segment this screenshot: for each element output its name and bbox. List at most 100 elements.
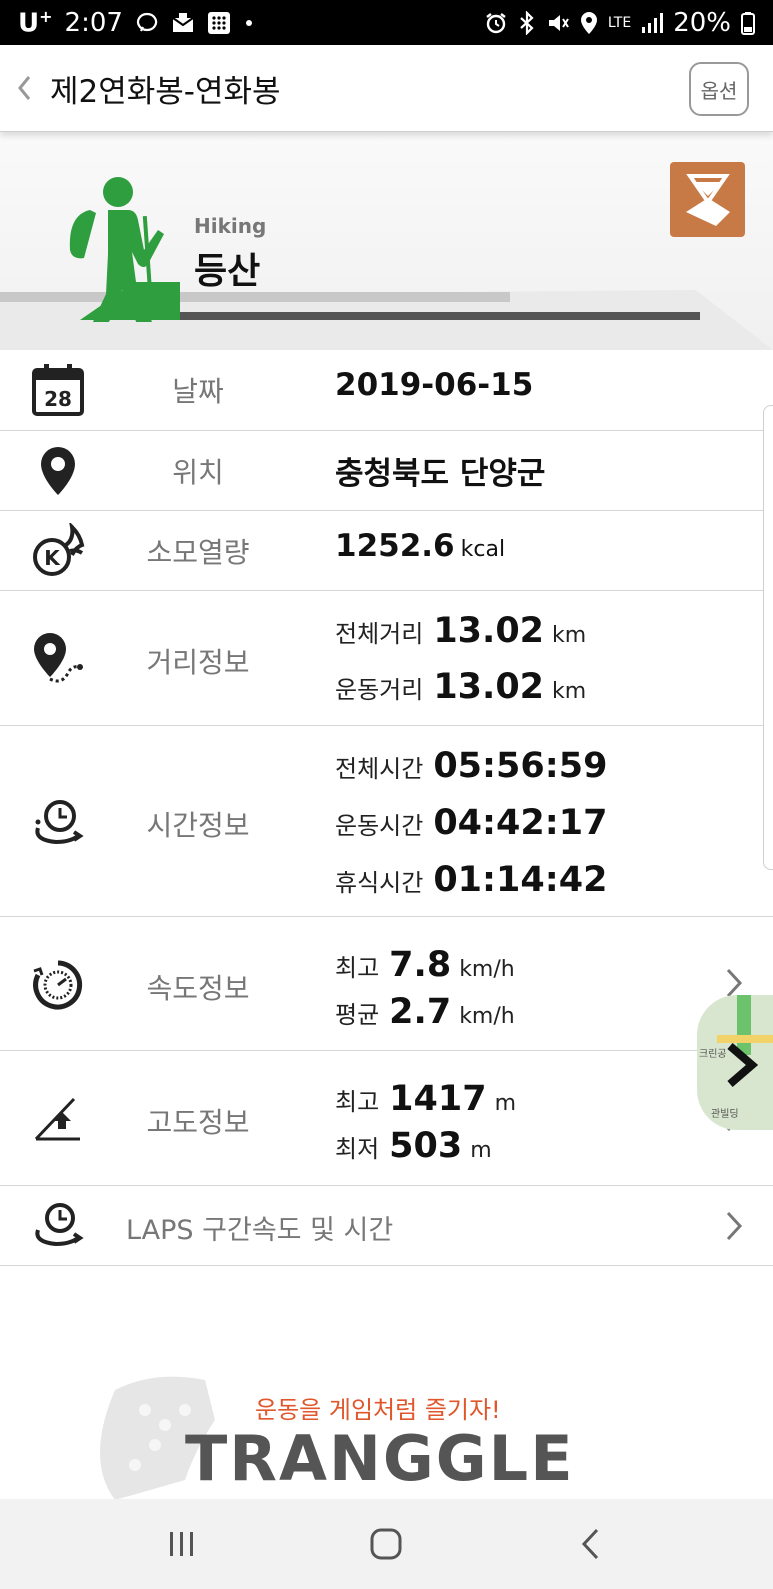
max-speed-unit: km/h (459, 957, 515, 982)
moving-time-value: 04:42:17 (433, 803, 608, 843)
mute-icon (546, 11, 570, 35)
rest-time-line: 휴식시간 01:14:42 (335, 860, 607, 900)
date-value: 2019-06-15 (335, 367, 534, 403)
record-details: 28 날짜 2019-06-15 위치 충청북도 단양군 K 소모열량 1252… (0, 350, 773, 1266)
location-row: 위치 충청북도 단양군 (0, 431, 773, 511)
back-button[interactable] (4, 58, 44, 118)
altitude-row[interactable]: 고도정보 최고 1417 m 최저 503 m (0, 1051, 773, 1186)
mail-icon (171, 12, 195, 34)
total-distance-label: 전체거리 (335, 620, 424, 648)
total-time-label: 전체시간 (335, 755, 424, 783)
side-panel-handle[interactable] (763, 405, 773, 870)
max-altitude-label: 최고 (335, 1088, 380, 1116)
moving-distance-value: 13.02 (433, 667, 545, 707)
calories-unit: kcal (460, 537, 506, 562)
chevron-left-icon (18, 76, 31, 100)
battery-icon (741, 11, 755, 35)
status-time: 2:07 (64, 7, 123, 38)
map-badge-button[interactable] (670, 162, 745, 237)
location-icon (580, 11, 598, 35)
total-time-line: 전체시간 05:56:59 (335, 746, 607, 786)
moving-time-label: 운동시간 (335, 812, 424, 840)
home-button[interactable] (356, 1514, 416, 1574)
hiker-icon (69, 177, 180, 322)
calories-value: 1252.6 (335, 528, 455, 564)
recent-apps-button[interactable] (152, 1514, 212, 1574)
back-arrow-icon (581, 1528, 598, 1560)
app-header: 제2연화봉-연화봉 옵션 (0, 45, 773, 132)
location-label: 위치 (172, 456, 224, 489)
map-badge-icon (685, 173, 730, 226)
time-label: 시간정보 (146, 809, 250, 842)
speed-row[interactable]: 속도정보 최고 7.8 km/h 평균 2.7 km/h (0, 917, 773, 1051)
date-row: 28 날짜 2019-06-15 (0, 350, 773, 431)
dot-icon (243, 17, 255, 29)
avg-speed-line: 평균 2.7 km/h (335, 992, 515, 1032)
distance-row: 거리정보 전체거리 13.02 km 운동거리 13.02 km (0, 591, 773, 726)
chat-icon (135, 11, 159, 35)
max-altitude-line: 최고 1417 m (335, 1079, 516, 1119)
avg-speed-value: 2.7 (389, 992, 452, 1032)
calendar-icon: 28 (28, 360, 88, 420)
ad-slogan: 운동을 게임처럼 즐기자! (255, 1396, 501, 1424)
map-expand-arrow-icon[interactable] (721, 1040, 761, 1090)
bluetooth-icon (518, 10, 536, 35)
max-speed-value: 7.8 (389, 945, 452, 985)
moving-distance-label: 운동거리 (335, 676, 424, 704)
laps-row[interactable]: LAPS 구간속도 및 시간 (0, 1186, 773, 1266)
avg-speed-unit: km/h (459, 1004, 515, 1029)
grid-app-icon (207, 11, 231, 35)
calories-row: K 소모열량 1252.6 kcal (0, 511, 773, 591)
moving-time-line: 운동시간 04:42:17 (335, 803, 607, 843)
rest-time-label: 휴식시간 (335, 869, 424, 897)
status-bar: U+ 2:07 LTE 20% (0, 0, 773, 45)
activity-name-en: Hiking (194, 214, 267, 238)
activity-name: 등산 (194, 251, 261, 292)
mini-map-label-2: 관빌딩 (711, 1109, 739, 1120)
distance-label: 거리정보 (146, 646, 250, 679)
footer-advertisement[interactable]: 운동을 게임처럼 즐기자! TRANGGLE (0, 1370, 773, 1500)
speedometer-icon (28, 955, 88, 1015)
home-icon (370, 1528, 402, 1560)
max-altitude-value: 1417 (389, 1079, 487, 1119)
svg-text:K: K (44, 546, 61, 570)
date-label: 날짜 (172, 375, 224, 408)
avg-speed-label: 평균 (335, 1001, 380, 1029)
max-speed-label: 최고 (335, 954, 380, 982)
activity-banner: Hiking 등산 (0, 132, 773, 350)
calories-label: 소모열량 (146, 536, 250, 569)
location-value: 충청북도 단양군 (335, 456, 546, 492)
max-speed-line: 최고 7.8 km/h (335, 945, 515, 985)
min-altitude-unit: m (470, 1138, 492, 1163)
signal-icon (641, 12, 664, 34)
map-pin-icon (28, 441, 88, 501)
calorie-flame-icon: K (28, 521, 88, 581)
screen: U+ 2:07 LTE 20% 제2연화봉-연화봉 옵션 Hiking 등산 2… (0, 0, 773, 1589)
laps-clock-icon (28, 1196, 88, 1256)
svg-text:28: 28 (44, 387, 72, 411)
route-pin-icon (28, 629, 88, 689)
altitude-icon (28, 1089, 88, 1149)
battery-percent: 20% (673, 7, 731, 38)
alarm-icon (484, 11, 508, 35)
laps-label: LAPS 구간속도 및 시간 (126, 1215, 394, 1246)
system-nav-bar (0, 1499, 773, 1589)
network-type: LTE (607, 14, 632, 31)
total-time-value: 05:56:59 (433, 746, 608, 786)
chevron-right-icon (721, 1206, 747, 1246)
speed-label: 속도정보 (146, 972, 250, 1005)
brand-logo-text: TRANGGLE (185, 1422, 575, 1495)
moving-distance-line: 운동거리 13.02 km (335, 667, 586, 707)
options-button[interactable]: 옵션 (689, 62, 749, 116)
page-title: 제2연화봉-연화봉 (50, 73, 281, 110)
total-distance-value: 13.02 (433, 611, 545, 651)
moving-distance-unit: km (552, 679, 587, 704)
recent-apps-icon (170, 1532, 194, 1556)
calories-value-group: 1252.6 kcal (335, 528, 505, 564)
min-altitude-value: 503 (389, 1126, 463, 1166)
min-altitude-label: 최저 (335, 1135, 380, 1163)
rest-time-value: 01:14:42 (433, 860, 608, 900)
system-back-button[interactable] (561, 1514, 621, 1574)
max-altitude-unit: m (494, 1091, 517, 1116)
clock-icon (28, 790, 88, 850)
